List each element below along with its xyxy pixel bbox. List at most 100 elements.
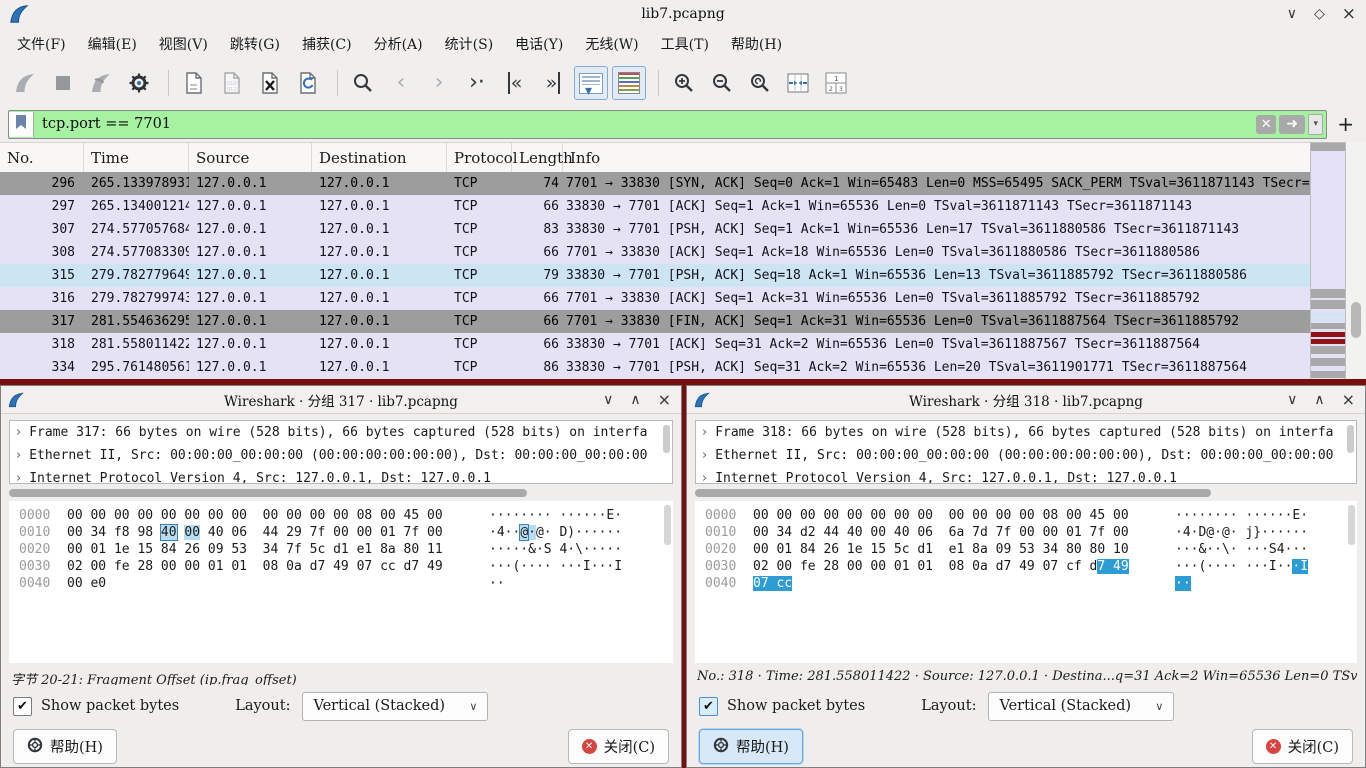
help-button[interactable]: 帮助(H): [699, 729, 803, 764]
tree-scrollbar[interactable]: [663, 425, 670, 453]
column-header-source[interactable]: Source: [189, 143, 312, 173]
tree-row[interactable]: ›Frame 318: 66 bytes on wire (528 bits),…: [696, 421, 1356, 444]
capture-options-button[interactable]: [122, 66, 156, 100]
add-filter-button[interactable]: +: [1327, 112, 1358, 136]
hex-line[interactable]: 000000 00 00 00 00 00 00 00 00 00 00 00 …: [705, 507, 1357, 524]
expand-arrow-icon[interactable]: ›: [702, 425, 707, 440]
tree-row[interactable]: ›Frame 317: 66 bytes on wire (528 bits),…: [10, 421, 672, 444]
tree-row[interactable]: ›Internet Protocol Version 4, Src: 127.0…: [696, 467, 1356, 484]
menu-item[interactable]: 视图(V): [148, 31, 219, 57]
close-button[interactable]: ✕ 关闭(C): [1252, 729, 1353, 764]
scrollbar-handle[interactable]: [1351, 302, 1361, 338]
tree-hscrollbar[interactable]: [695, 489, 1357, 497]
go-first-packet-button[interactable]: «: [498, 66, 532, 100]
show-packet-bytes-checkbox[interactable]: ✔: [699, 697, 718, 716]
go-last-packet-button[interactable]: »: [536, 66, 570, 100]
column-header-length[interactable]: Length: [512, 143, 563, 173]
hex-scrollbar[interactable]: [664, 505, 671, 545]
maximize-icon[interactable]: ◇: [1314, 7, 1325, 21]
filter-input[interactable]: tcp.port == 7701: [34, 116, 1256, 132]
packet-row-316[interactable]: 316279.782799743127.0.0.1127.0.0.1TCP667…: [0, 287, 1310, 310]
maximize-icon[interactable]: ∧: [1314, 393, 1324, 407]
filter-dropdown-caret-icon[interactable]: ▾: [1308, 114, 1323, 135]
hex-dump[interactable]: 000000 00 00 00 00 00 00 00 00 00 00 00 …: [695, 501, 1357, 663]
menu-item[interactable]: 无线(W): [574, 31, 649, 57]
expand-arrow-icon[interactable]: ›: [16, 471, 21, 484]
packet-list-minimap[interactable]: [1310, 142, 1346, 380]
packet-list-scrollbar[interactable]: [1346, 142, 1366, 380]
scrollbar-handle[interactable]: [9, 489, 527, 497]
column-header-time[interactable]: Time: [84, 143, 189, 173]
column-header-no[interactable]: No.: [0, 143, 84, 173]
hex-line[interactable]: 004007 cc··: [705, 575, 1357, 592]
tree-scrollbar[interactable]: [1347, 425, 1354, 453]
column-header-destination[interactable]: Destination: [312, 143, 447, 173]
close-button[interactable]: ✕ 关闭(C): [568, 729, 669, 764]
close-icon[interactable]: ×: [1342, 393, 1355, 407]
find-packet-button[interactable]: [346, 66, 380, 100]
apply-filter-button[interactable]: ➜: [1279, 115, 1305, 134]
expand-arrow-icon[interactable]: ›: [702, 471, 707, 484]
hex-line[interactable]: 003002 00 fe 28 00 00 01 01 08 0a d7 49 …: [19, 558, 673, 575]
zoom-out-button[interactable]: [705, 66, 739, 100]
layout-123-button[interactable]: 123: [819, 66, 853, 100]
packet-row-334[interactable]: 334295.761480561127.0.0.1127.0.0.1TCP863…: [0, 356, 1310, 379]
help-button[interactable]: 帮助(H): [13, 729, 117, 764]
tree-row[interactable]: ›Ethernet II, Src: 00:00:00_00:00:00 (00…: [696, 444, 1356, 467]
filter-bookmark-button[interactable]: [9, 112, 34, 137]
zoom-in-button[interactable]: [667, 66, 701, 100]
zoom-reset-button[interactable]: [743, 66, 777, 100]
open-file-button[interactable]: [177, 66, 211, 100]
maximize-icon[interactable]: ∧: [630, 393, 640, 407]
packet-row-296[interactable]: 296265.133978931127.0.0.1127.0.0.1TCP747…: [0, 172, 1310, 195]
hex-dump[interactable]: 000000 00 00 00 00 00 00 00 00 00 00 00 …: [9, 501, 673, 663]
hex-line[interactable]: 001000 34 d2 44 40 00 40 06 6a 7d 7f 00 …: [705, 524, 1357, 541]
packet-row-318[interactable]: 318281.558011422127.0.0.1127.0.0.1TCP663…: [0, 333, 1310, 356]
expand-arrow-icon[interactable]: ›: [16, 448, 21, 463]
close-icon[interactable]: ×: [658, 393, 671, 407]
go-to-packet-button[interactable]: ›·: [460, 66, 494, 100]
auto-scroll-button[interactable]: [574, 66, 608, 100]
tree-row[interactable]: ›Internet Protocol Version 4, Src: 127.0…: [10, 467, 672, 484]
tree-row[interactable]: ›Ethernet II, Src: 00:00:00_00:00:00 (00…: [10, 444, 672, 467]
filter-field[interactable]: tcp.port == 7701 ✕ ➜ ▾: [8, 110, 1327, 139]
hex-line[interactable]: 002000 01 84 26 1e 15 5c d1 e1 8a 09 53 …: [705, 541, 1357, 558]
menu-item[interactable]: 电话(Y): [504, 31, 574, 57]
column-header-protocol[interactable]: Protocol: [447, 143, 512, 173]
clear-filter-button[interactable]: ✕: [1256, 115, 1276, 134]
menu-item[interactable]: 跳转(G): [219, 31, 291, 57]
layout-select[interactable]: Vertical (Stacked) ∨: [988, 692, 1174, 721]
packet-row-317[interactable]: 317281.554636295127.0.0.1127.0.0.1TCP667…: [0, 310, 1310, 333]
packet-row-308[interactable]: 308274.577083309127.0.0.1127.0.0.1TCP667…: [0, 241, 1310, 264]
packet-row-315[interactable]: 315279.782779649127.0.0.1127.0.0.1TCP793…: [0, 264, 1310, 287]
reload-file-button[interactable]: [291, 66, 325, 100]
close-file-button[interactable]: [253, 66, 287, 100]
hex-line[interactable]: 004000 e0··: [19, 575, 673, 592]
column-header-info[interactable]: Info: [563, 143, 1310, 173]
menu-item[interactable]: 分析(A): [363, 31, 434, 57]
menu-item[interactable]: 帮助(H): [720, 31, 793, 57]
show-packet-bytes-checkbox[interactable]: ✔: [13, 697, 32, 716]
packet-row-297[interactable]: 297265.134001214127.0.0.1127.0.0.1TCP663…: [0, 195, 1310, 218]
hex-line[interactable]: 003002 00 fe 28 00 00 01 01 08 0a d7 49 …: [705, 558, 1357, 575]
minimize-icon[interactable]: ∨: [1287, 7, 1297, 21]
expand-arrow-icon[interactable]: ›: [16, 425, 21, 440]
menu-item[interactable]: 统计(S): [434, 31, 505, 57]
hex-scrollbar[interactable]: [1348, 505, 1355, 545]
menu-item[interactable]: 工具(T): [650, 31, 720, 57]
expand-arrow-icon[interactable]: ›: [702, 448, 707, 463]
menu-item[interactable]: 捕获(C): [291, 31, 363, 57]
menu-item[interactable]: 文件(F): [6, 31, 77, 57]
close-icon[interactable]: ×: [1342, 7, 1356, 21]
minimize-icon[interactable]: ∨: [603, 393, 613, 407]
tree-hscrollbar[interactable]: [9, 489, 673, 497]
minimize-icon[interactable]: ∨: [1287, 393, 1297, 407]
hex-line[interactable]: 000000 00 00 00 00 00 00 00 00 00 00 00 …: [19, 507, 673, 524]
resize-columns-button[interactable]: [781, 66, 815, 100]
detail-tree[interactable]: ›Frame 318: 66 bytes on wire (528 bits),…: [695, 420, 1357, 484]
hex-line[interactable]: 001000 34 f8 98 40 00 40 06 44 29 7f 00 …: [19, 524, 673, 541]
detail-tree[interactable]: ›Frame 317: 66 bytes on wire (528 bits),…: [9, 420, 673, 484]
scrollbar-handle[interactable]: [695, 489, 1211, 497]
hex-line[interactable]: 002000 01 1e 15 84 26 09 53 34 7f 5c d1 …: [19, 541, 673, 558]
colorize-packets-button[interactable]: [612, 66, 646, 100]
